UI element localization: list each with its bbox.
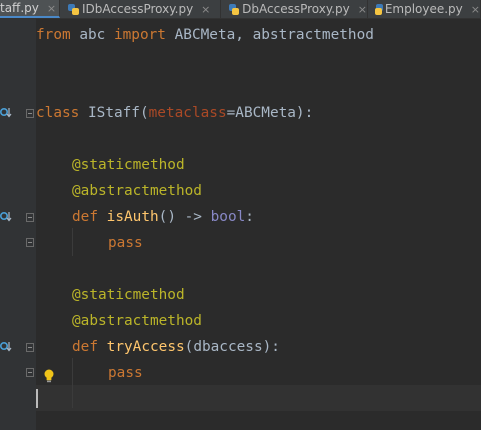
- function-name: tryAccess: [106, 339, 185, 355]
- decorator: @staticmethod: [72, 157, 185, 173]
- keyword-argument: metaclass: [148, 105, 227, 121]
- decorator: @staticmethod: [72, 287, 185, 303]
- indent-guide: [72, 228, 73, 256]
- text-caret: [36, 389, 38, 408]
- implemented-override-icon[interactable]: [0, 106, 12, 118]
- python-file-icon: [68, 3, 79, 15]
- decorator: @abstractmethod: [72, 313, 202, 329]
- fold-icon[interactable]: [26, 238, 34, 247]
- close-icon[interactable]: ×: [201, 3, 210, 16]
- decorator: @abstractmethod: [72, 183, 202, 199]
- colon: :: [245, 209, 254, 225]
- tab-istaff[interactable]: taff.py ×: [0, 0, 60, 18]
- keyword: def: [72, 209, 98, 225]
- argument-value: =ABCMeta):: [226, 105, 314, 121]
- code-line-14[interactable]: pass: [108, 360, 143, 386]
- class-name: IStaff(: [79, 105, 149, 121]
- close-icon[interactable]: ×: [358, 3, 367, 16]
- indent-guide: [72, 358, 73, 408]
- editor-tab-bar: taff.py × IDbAccessProxy.py × DbAccessPr…: [0, 0, 481, 19]
- module-name: abc: [70, 27, 114, 43]
- close-icon[interactable]: ×: [471, 3, 480, 16]
- tab-label: IDbAccessProxy.py: [82, 2, 194, 16]
- tab-label: taff.py: [0, 1, 39, 15]
- function-name: isAuth: [106, 209, 159, 225]
- current-line-highlight: [36, 385, 481, 411]
- keyword: class: [36, 105, 80, 121]
- code-line-1[interactable]: from abc import ABCMeta, abstractmethod: [36, 22, 374, 48]
- python-file-icon: [229, 3, 240, 15]
- keyword: pass: [108, 235, 143, 251]
- tab-label: DbAccessProxy.py: [242, 2, 350, 16]
- code-line-7[interactable]: @abstractmethod: [72, 178, 202, 204]
- code-line-8[interactable]: def isAuth() -> bool:: [72, 204, 254, 230]
- fold-icon[interactable]: [26, 109, 34, 118]
- code-line-12[interactable]: @abstractmethod: [72, 308, 202, 334]
- fold-icon[interactable]: [26, 343, 34, 352]
- implemented-override-icon[interactable]: [0, 340, 12, 352]
- lightbulb-icon[interactable]: [43, 369, 55, 383]
- fold-icon[interactable]: [26, 213, 34, 222]
- tab-dbaccessproxy[interactable]: DbAccessProxy.py ×: [221, 0, 368, 18]
- code-line-11[interactable]: @staticmethod: [72, 282, 185, 308]
- keyword: from: [36, 27, 71, 43]
- implemented-override-icon[interactable]: [0, 210, 12, 222]
- close-icon[interactable]: ×: [47, 2, 56, 15]
- keyword: def: [72, 339, 98, 355]
- keyword: import: [113, 27, 166, 43]
- code-line-4[interactable]: class IStaff(metaclass=ABCMeta):: [36, 100, 313, 126]
- signature: (dbaccess):: [184, 339, 280, 355]
- tab-idbaccessproxy[interactable]: IDbAccessProxy.py ×: [60, 0, 221, 18]
- builtin-type: bool: [210, 209, 246, 225]
- code-line-6[interactable]: @staticmethod: [72, 152, 185, 178]
- code-line-13[interactable]: def tryAccess(dbaccess):: [72, 334, 280, 360]
- tab-employee[interactable]: Employee.py ×: [368, 0, 481, 18]
- python-file-icon: [374, 3, 383, 15]
- signature: () ->: [158, 209, 211, 225]
- keyword: pass: [108, 365, 143, 381]
- code-line-9[interactable]: pass: [108, 230, 143, 256]
- import-names: ABCMeta, abstractmethod: [165, 27, 374, 43]
- fold-icon[interactable]: [26, 368, 34, 377]
- tab-label: Employee.py: [384, 2, 463, 16]
